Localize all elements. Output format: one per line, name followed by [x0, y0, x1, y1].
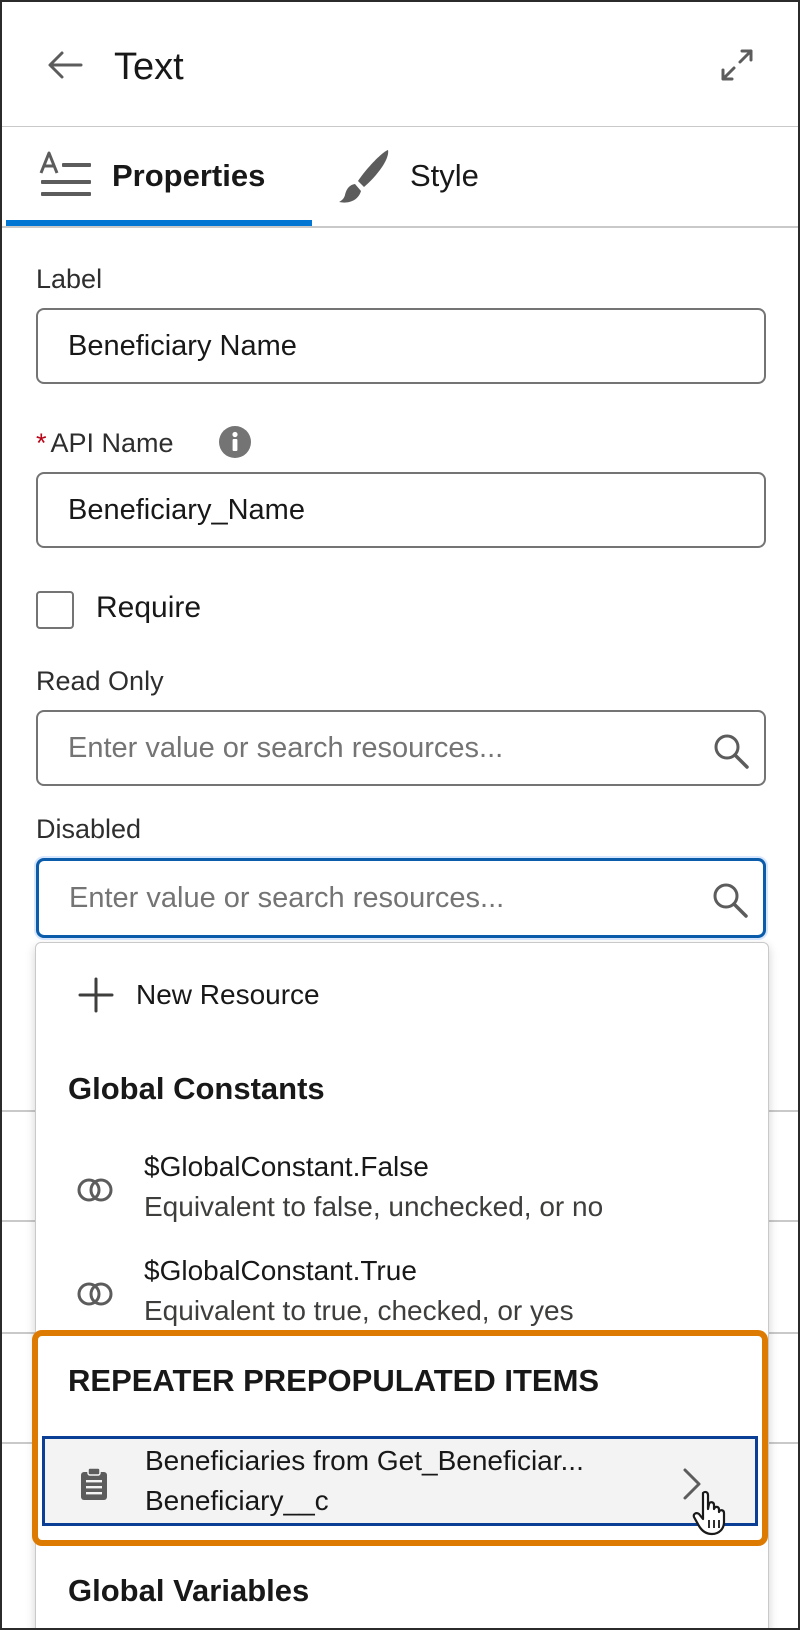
option-subtitle: Equivalent to false, unchecked, or no	[144, 1191, 604, 1222]
global-constant-true-option[interactable]: $GlobalConstant.True Equivalent to true,…	[36, 1247, 768, 1343]
plus-icon	[78, 977, 114, 1013]
active-tab-indicator	[6, 220, 312, 226]
api-name-label-text: API Name	[50, 428, 174, 458]
api-name-input-value: Beneficiary_Name	[68, 493, 305, 526]
background-divider	[2, 1110, 36, 1112]
option-title: Beneficiaries from Get_Beneficiar...	[145, 1445, 584, 1476]
background-divider	[766, 1220, 798, 1222]
panel-header: Text	[2, 2, 798, 127]
background-divider	[2, 1220, 36, 1222]
label-input-value: Beneficiary Name	[68, 329, 297, 362]
read-only-field-label: Read Only	[36, 666, 164, 696]
expand-icon	[721, 49, 753, 81]
info-icon[interactable]	[218, 425, 252, 459]
option-subtitle: Beneficiary__c	[145, 1485, 329, 1516]
required-marker: *	[36, 428, 47, 458]
background-divider	[766, 1110, 798, 1112]
tab-properties-label: Properties	[112, 158, 266, 193]
global-variables-heading: Global Variables	[68, 1573, 310, 1608]
disabled-placeholder: Enter value or search resources...	[69, 881, 505, 914]
disabled-field-label: Disabled	[36, 814, 142, 844]
background-divider	[2, 1442, 36, 1444]
tab-style[interactable]: Style	[338, 126, 538, 226]
text-properties-icon	[39, 151, 91, 196]
api-name-field-label: * API Name	[36, 428, 174, 459]
background-divider	[766, 1332, 798, 1334]
tab-properties[interactable]: Properties	[6, 126, 312, 226]
option-title: $GlobalConstant.True	[144, 1255, 417, 1286]
read-only-placeholder: Enter value or search resources...	[68, 731, 504, 764]
constant-icon	[77, 1282, 113, 1306]
background-divider	[2, 1332, 36, 1334]
new-resource-option[interactable]: New Resource	[36, 963, 768, 1027]
expand-button[interactable]	[714, 42, 760, 88]
panel-title: Text	[114, 46, 184, 88]
label-input[interactable]: Beneficiary Name	[36, 308, 766, 384]
global-constant-false-option[interactable]: $GlobalConstant.False Equivalent to fals…	[36, 1143, 768, 1239]
repeater-item-option[interactable]: Beneficiaries from Get_Beneficiar... Ben…	[42, 1436, 758, 1526]
global-constants-heading: Global Constants	[68, 1071, 325, 1106]
label-field-label: Label	[36, 264, 103, 294]
hand-cursor-icon	[692, 1490, 726, 1536]
search-icon	[714, 734, 749, 769]
option-subtitle: Equivalent to true, checked, or yes	[144, 1295, 574, 1326]
require-checkbox[interactable]	[36, 591, 74, 629]
api-name-input[interactable]: Beneficiary_Name	[36, 472, 766, 548]
paintbrush-icon	[339, 150, 389, 203]
panel-tabs: Properties Style	[2, 126, 798, 228]
constant-icon	[77, 1178, 113, 1202]
require-checkbox-label: Require	[96, 591, 202, 624]
arrow-left-icon	[48, 51, 83, 79]
search-icon	[713, 883, 748, 918]
screen-component-panel: Text Properties Style Label Beneficiary …	[0, 0, 800, 1630]
clipboard-list-icon	[81, 1467, 107, 1500]
option-title: $GlobalConstant.False	[144, 1151, 429, 1182]
read-only-input[interactable]: Enter value or search resources...	[36, 710, 766, 786]
background-divider	[766, 1442, 798, 1444]
back-button[interactable]	[42, 42, 88, 88]
disabled-input[interactable]: Enter value or search resources...	[36, 858, 766, 938]
new-resource-label: New Resource	[136, 979, 320, 1010]
tab-style-label: Style	[410, 158, 479, 193]
